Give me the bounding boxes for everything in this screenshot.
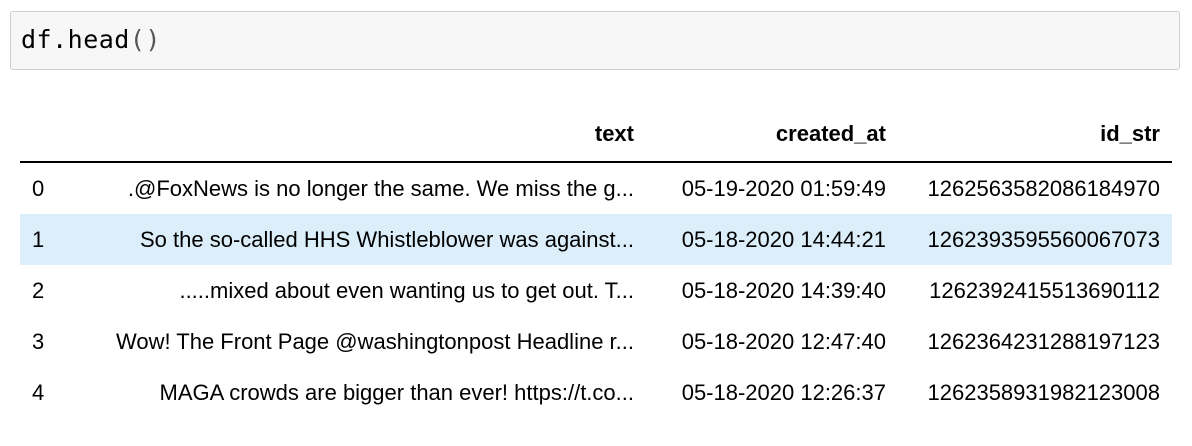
cell-id-str: 1262364231288197123	[927, 328, 1160, 354]
cell-created-at: 05-18-2020 12:26:37	[681, 379, 886, 405]
cell-created-at: 05-18-2020 14:44:21	[681, 226, 886, 252]
cell-text: .@FoxNews is no longer the same. We miss…	[127, 175, 634, 201]
cell-text: Wow! The Front Page @washingtonpost Head…	[115, 328, 634, 354]
cell-text: .....mixed about even wanting us to get …	[179, 277, 634, 303]
cell-created-at: 05-18-2020 12:47:40	[681, 328, 886, 354]
cell-id-str: 1262392415513690112	[929, 277, 1160, 303]
cell-text: So the so-called HHS Whistleblower was a…	[140, 226, 634, 252]
column-header-created-at: created_at	[646, 107, 898, 163]
code-parens: ()	[129, 25, 161, 54]
code-line: df.head()	[21, 25, 161, 54]
row-index: 3	[32, 328, 45, 354]
table-row: 0 .@FoxNews is no longer the same. We mi…	[20, 162, 1172, 214]
table-row: 1 So the so-called HHS Whistleblower was…	[20, 214, 1172, 265]
code-expression: df.head	[21, 25, 130, 54]
code-cell-input[interactable]: df.head()	[10, 11, 1180, 70]
index-header	[20, 107, 64, 163]
cell-output: text created_at id_str 0 .@FoxNews is no…	[20, 107, 1172, 418]
table-row: 2 .....mixed about even wanting us to ge…	[20, 265, 1172, 316]
row-index: 4	[32, 379, 45, 405]
table-row: 3 Wow! The Front Page @washingtonpost He…	[20, 316, 1172, 367]
cell-id-str: 1262393595560067073	[927, 226, 1160, 252]
cell-text: MAGA crowds are bigger than ever! https:…	[159, 379, 634, 405]
cell-id-str: 1262563582086184970	[927, 175, 1160, 201]
dataframe-table: text created_at id_str 0 .@FoxNews is no…	[20, 107, 1172, 418]
header-row: text created_at id_str	[20, 107, 1172, 163]
column-header-text: text	[64, 107, 646, 163]
cell-created-at: 05-18-2020 14:39:40	[681, 277, 886, 303]
table-row: 4 MAGA crowds are bigger than ever! http…	[20, 367, 1172, 418]
row-index: 1	[32, 226, 45, 252]
cell-id-str: 1262358931982123008	[927, 379, 1160, 405]
row-index: 2	[32, 277, 45, 303]
row-index: 0	[32, 175, 45, 201]
cell-created-at: 05-19-2020 01:59:49	[681, 175, 886, 201]
column-header-id-str: id_str	[898, 107, 1172, 163]
